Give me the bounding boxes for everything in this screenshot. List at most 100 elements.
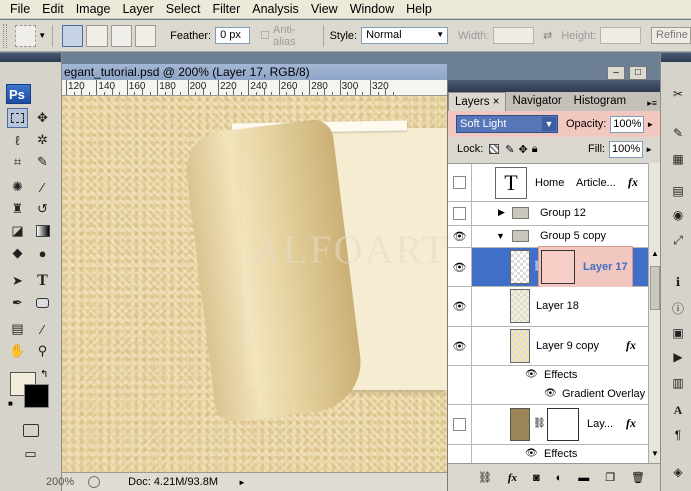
marquee-tool-icon[interactable]	[7, 108, 28, 128]
shape-tool-icon[interactable]	[32, 293, 53, 313]
eyedropper-icon[interactable]: ⁄	[32, 319, 53, 339]
menu-image[interactable]: Image	[70, 2, 117, 16]
hand-tool-icon[interactable]: ✋	[7, 341, 28, 361]
layer-mask-thumbnail[interactable]	[541, 250, 575, 284]
fill-input[interactable]: 100%	[609, 140, 644, 158]
color-dock-icon[interactable]: ◉	[667, 205, 689, 225]
default-colors-icon[interactable]: ■	[8, 399, 13, 408]
fx-icon[interactable]: fx	[626, 416, 636, 431]
feather-input[interactable]: 0 px	[215, 27, 251, 44]
scroll-up-icon[interactable]: ▲	[651, 249, 659, 258]
mask-icon[interactable]: ◙	[533, 472, 540, 484]
path-select-icon[interactable]: ➤	[7, 271, 28, 291]
clone-stamp-icon[interactable]: ♜	[7, 199, 28, 219]
layer-comps-dock-icon[interactable]: ▥	[667, 373, 689, 393]
menu-analysis[interactable]: Analysis	[246, 2, 305, 16]
subtract-selection-button[interactable]	[110, 24, 132, 47]
status-zoom[interactable]: 200%	[46, 476, 74, 488]
lock-pixels-icon[interactable]: ✎	[505, 143, 514, 156]
scrollbar-thumb[interactable]	[650, 266, 660, 310]
character-dock-icon[interactable]: A	[667, 400, 689, 420]
document-canvas[interactable]: ALFOART	[62, 96, 447, 472]
layers-panel-header[interactable]	[448, 80, 661, 92]
tab-histogram[interactable]: Histogram	[568, 92, 632, 111]
dock-header[interactable]	[661, 53, 691, 62]
play-dock-icon[interactable]: ▶	[667, 347, 689, 367]
document-title[interactable]: egant_tutorial.psd @ 200% (Layer 17, RGB…	[62, 64, 447, 80]
styles-dock-icon[interactable]: ▣	[667, 323, 689, 343]
new-layer-icon[interactable]: ❐	[605, 471, 615, 484]
options-grip[interactable]	[3, 23, 7, 48]
swatches-dock-icon[interactable]: ▦	[667, 149, 689, 169]
status-info-icon[interactable]	[88, 476, 101, 488]
history-dock-icon[interactable]: ℹ	[667, 272, 689, 292]
lasso-tool-icon[interactable]: ℓ	[7, 130, 28, 150]
preset-arrow-icon[interactable]: ▼	[38, 31, 46, 40]
navigator-dock-icon[interactable]: ⤢	[667, 230, 689, 250]
layer-mask-thumbnail[interactable]	[547, 408, 579, 441]
layer-effects-row[interactable]: 👁︎ Effects	[448, 445, 648, 463]
width-input[interactable]	[493, 27, 535, 44]
layer-row-group-5-copy[interactable]: 👁︎ ▼ Group 5 copy	[448, 226, 648, 248]
lock-position-icon[interactable]: ✥	[519, 143, 528, 156]
close-icon[interactable]: ×	[493, 96, 500, 108]
visibility-toggle[interactable]	[448, 164, 472, 201]
healing-brush-icon[interactable]: ✺	[7, 177, 28, 197]
pen-tool-icon[interactable]: ✒	[7, 293, 28, 313]
fx-icon[interactable]: fx	[628, 175, 638, 190]
tools-dock-icon[interactable]: ✂	[667, 84, 689, 104]
effect-gradient-overlay-row[interactable]: 👁︎ Gradient Overlay	[448, 385, 648, 405]
menu-window[interactable]: Window	[344, 2, 400, 16]
menu-file[interactable]: File	[4, 2, 36, 16]
visibility-toggle[interactable]: 👁︎	[448, 248, 472, 286]
type-tool-icon[interactable]: T	[32, 271, 53, 291]
tools-panel-header[interactable]	[0, 53, 61, 62]
height-input[interactable]	[600, 27, 642, 44]
move-tool-icon[interactable]: ✥	[32, 108, 53, 128]
adjustment-icon[interactable]: ◐	[556, 472, 563, 484]
trash-icon[interactable]: 🗑︎	[631, 471, 645, 484]
actions-dock-icon[interactable]: ⓘ	[667, 298, 689, 318]
layer-row-truncated[interactable]: ⛓︎ Lay... fx	[448, 405, 648, 445]
tool-presets-dock-icon[interactable]: ◈	[667, 462, 689, 482]
style-select[interactable]: Normal ▼	[361, 27, 449, 44]
add-selection-button[interactable]	[86, 24, 108, 47]
link-icon[interactable]: ⛓︎	[478, 471, 492, 484]
antialias-checkbox[interactable]: ☐	[260, 29, 270, 42]
background-color-swatch[interactable]	[24, 384, 49, 408]
minimize-button[interactable]: –	[607, 66, 625, 80]
eye-icon[interactable]: 👁︎	[525, 448, 538, 459]
tool-preset-picker[interactable]	[14, 24, 37, 47]
panel-menu-icon[interactable]: ▸≡	[647, 98, 661, 111]
scroll-down-icon[interactable]: ▼	[651, 449, 659, 458]
menu-help[interactable]: Help	[400, 2, 438, 16]
visibility-toggle[interactable]: 👁︎	[448, 226, 472, 247]
paragraph-dock-icon[interactable]: ¶	[667, 425, 689, 445]
visibility-toggle[interactable]	[448, 405, 472, 444]
visibility-toggle[interactable]: 👁︎	[448, 287, 472, 326]
group-icon[interactable]: ▬	[578, 472, 589, 484]
menu-edit[interactable]: Edit	[36, 2, 70, 16]
fx-icon[interactable]: fx	[508, 472, 517, 484]
menu-select[interactable]: Select	[160, 2, 207, 16]
menu-layer[interactable]: Layer	[116, 2, 159, 16]
dodge-tool-icon[interactable]: ●	[32, 243, 53, 263]
visibility-toggle[interactable]	[448, 202, 472, 225]
swap-colors-icon[interactable]: ↰	[40, 369, 48, 380]
layer-row-layer-9-copy[interactable]: 👁︎ Layer 9 copy fx	[448, 327, 648, 366]
layer-row-group-12[interactable]: ▶ Group 12	[448, 202, 648, 226]
maximize-button[interactable]: □	[629, 66, 647, 80]
eraser-tool-icon[interactable]: ◪	[7, 221, 28, 241]
zoom-tool-icon[interactable]: ⚲	[32, 341, 53, 361]
layer-row-layer-17[interactable]: 👁︎ ⛓︎ Layer 17	[448, 246, 648, 289]
fill-slider-icon[interactable]: ►	[645, 145, 653, 154]
magic-wand-icon[interactable]: ✲	[32, 130, 53, 150]
refine-edge-button[interactable]: Refine	[651, 27, 691, 44]
slice-tool-icon[interactable]: ✎	[32, 152, 53, 172]
eye-icon[interactable]: 👁︎	[525, 369, 538, 380]
new-selection-button[interactable]	[62, 24, 84, 47]
layer-row-home[interactable]: T Home Article... fx	[448, 164, 648, 202]
horizontal-ruler[interactable]: 120 140 160 180 200 220 240 260 280 300 320	[62, 80, 447, 96]
lock-transparency-icon[interactable]	[489, 144, 500, 154]
info-dock-icon[interactable]: ▤	[667, 181, 689, 201]
